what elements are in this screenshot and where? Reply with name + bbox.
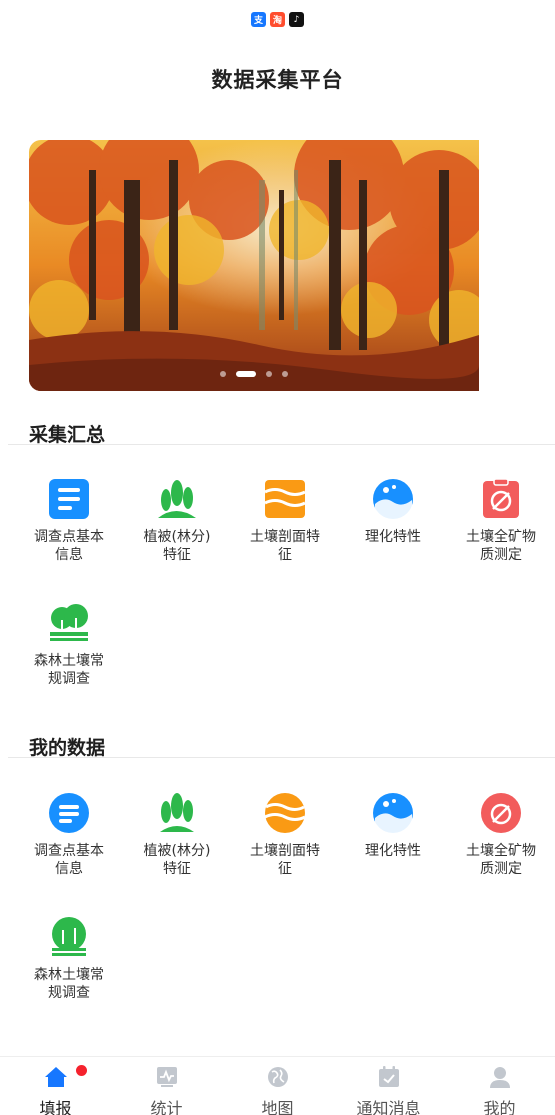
collect-item-mineral[interactable]: 土壤全矿物质测定	[447, 478, 555, 564]
vegetation-leaves-icon	[156, 478, 198, 520]
globe-icon	[266, 1065, 290, 1089]
alipay-icon: 支	[251, 12, 266, 27]
collect-item-physicochemical[interactable]: 理化特性	[339, 478, 447, 564]
divider	[8, 444, 555, 445]
mydata-item-mineral[interactable]: 土壤全矿物质测定	[447, 792, 555, 878]
notification-badge	[76, 1065, 87, 1076]
section-title-collect-summary: 采集汇总	[29, 424, 106, 446]
forest-soil-icon	[48, 602, 90, 644]
collect-item-site-info[interactable]: 调查点基本信息	[15, 478, 123, 564]
user-icon	[488, 1065, 512, 1089]
mydata-item-soil-profile[interactable]: 土壤剖面特征	[231, 792, 339, 878]
carousel-dot-active[interactable]	[236, 371, 256, 377]
document-list-icon	[48, 478, 90, 520]
water-drop-icon	[372, 792, 414, 834]
collect-item-vegetation[interactable]: 植被(林分)特征	[123, 478, 231, 564]
mineral-test-icon	[480, 478, 522, 520]
collect-item-soil-profile[interactable]: 土壤剖面特征	[231, 478, 339, 564]
document-list-icon	[48, 792, 90, 834]
vegetation-leaves-icon	[156, 792, 198, 834]
carousel-dots[interactable]	[29, 371, 479, 377]
section-title-my-data: 我的数据	[29, 737, 106, 759]
tab-report[interactable]: 填报	[0, 1057, 111, 1115]
soil-layers-icon	[264, 478, 306, 520]
autumn-forest-image	[29, 140, 479, 391]
bottom-tab-bar: 填报 统计 地图 通知消息 我的	[0, 1056, 555, 1115]
forest-soil-icon	[48, 916, 90, 958]
collect-item-forest-soil[interactable]: 森林土壤常规调查	[15, 602, 123, 688]
carousel-dot[interactable]	[282, 371, 288, 377]
water-drop-icon	[372, 478, 414, 520]
status-bar: 支 淘 ♪	[0, 12, 555, 32]
douyin-icon: ♪	[289, 12, 304, 27]
chart-icon	[155, 1065, 179, 1089]
mydata-item-forest-soil[interactable]: 森林土壤常规调查	[15, 916, 123, 1002]
tab-map[interactable]: 地图	[222, 1057, 333, 1115]
calendar-check-icon	[377, 1065, 401, 1089]
tab-statistics[interactable]: 统计	[111, 1057, 222, 1115]
home-icon	[44, 1065, 68, 1089]
collect-summary-grid: 调查点基本信息 植被(林分)特征 土壤剖面特征 理化特性 土壤全矿物质测定 森林…	[15, 478, 555, 688]
carousel-dot[interactable]	[266, 371, 272, 377]
mydata-item-physicochemical[interactable]: 理化特性	[339, 792, 447, 878]
divider	[8, 757, 555, 758]
mydata-item-site-info[interactable]: 调查点基本信息	[15, 792, 123, 878]
tab-notifications[interactable]: 通知消息	[333, 1057, 444, 1115]
soil-layers-icon	[264, 792, 306, 834]
mineral-test-icon	[480, 792, 522, 834]
carousel-dot[interactable]	[220, 371, 226, 377]
taobao-icon: 淘	[270, 12, 285, 27]
mydata-item-vegetation[interactable]: 植被(林分)特征	[123, 792, 231, 878]
banner-carousel[interactable]	[29, 140, 479, 391]
my-data-grid: 调查点基本信息 植被(林分)特征 土壤剖面特征 理化特性 土壤全矿物质测定 森林…	[15, 792, 555, 1002]
tab-me[interactable]: 我的	[444, 1057, 555, 1115]
page-title: 数据采集平台	[211, 68, 344, 92]
